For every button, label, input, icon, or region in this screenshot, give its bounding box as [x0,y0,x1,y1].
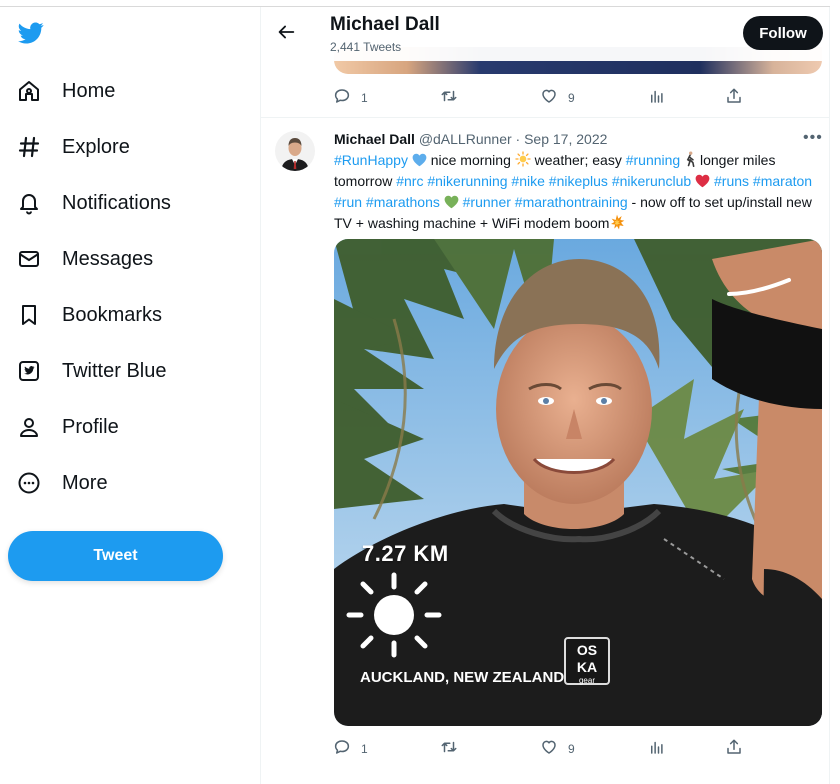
heart-icon [540,87,558,110]
sidebar-item-bookmarks[interactable]: Bookmarks [16,295,162,335]
follow-button[interactable]: Follow [743,16,823,50]
sidebar-item-more[interactable]: More [16,463,108,503]
shirt-logo-text: OS [576,642,598,658]
sidebar-item-notifications[interactable]: Notifications [16,183,171,223]
hashtag-link[interactable]: #nikerunclub [612,173,691,189]
hashtag-link[interactable]: #nrc [396,173,423,189]
back-arrow-icon[interactable] [275,21,297,43]
hashtag-link[interactable]: #RunHappy [334,152,408,168]
views-button[interactable] [648,738,666,760]
views-button[interactable] [648,87,666,109]
heart-icon [540,738,558,761]
like-count: 9 [568,742,575,756]
hashtag-link[interactable]: #runs [714,173,749,189]
tweet-photo[interactable]: 7.27 KM AUCKLAND, NEW ZEALAND OS KA gear [334,239,822,726]
retweet-icon [440,87,458,110]
tweet-author-handle[interactable]: @dALLRunner [419,131,512,147]
reply-button[interactable]: 1 [333,87,368,109]
like-count: 9 [568,91,575,105]
hashtag-icon [16,134,42,160]
reply-icon [333,738,351,761]
sun-emoji-icon [515,151,531,172]
blue-heart-emoji-icon [412,153,427,172]
red-heart-emoji-icon [695,174,710,193]
sidebar-item-profile[interactable]: Profile [16,407,119,447]
reply-icon [333,87,351,110]
run-distance-label: 7.27 KM [362,541,449,566]
reply-button[interactable]: 1 [333,738,368,760]
share-icon [725,87,743,110]
sidebar-item-label: Notifications [62,191,171,214]
shirt-logo-subtext: gear [578,676,595,685]
home-icon [16,78,42,104]
sidebar-item-explore[interactable]: Explore [16,127,130,167]
hashtag-link[interactable]: #nikerunning [427,173,507,189]
envelope-icon [16,246,42,272]
analytics-icon [648,87,666,110]
share-button[interactable] [725,87,743,109]
green-heart-emoji-icon [444,195,459,214]
analytics-icon [648,738,666,761]
tweet-separator: · [515,131,521,147]
like-button[interactable]: 9 [540,87,575,109]
sidebar-item-label: Bookmarks [62,303,163,326]
tweet-divider [261,117,829,118]
sidebar-item-label: More [62,471,108,494]
sidebar-item-label: Home [62,79,116,102]
share-button[interactable] [725,738,743,760]
tweet-count: 2,441 Tweets [330,40,402,54]
previous-tweet-actions: 1 9 [333,87,753,109]
sidebar-item-twitter-blue[interactable]: Twitter Blue [16,351,166,391]
sidebar-item-label: Messages [62,247,154,270]
twitter-blue-icon [16,358,42,384]
more-options-icon[interactable]: ••• [803,129,823,147]
retweet-button[interactable] [440,87,458,109]
twitter-logo-icon[interactable] [16,20,46,46]
profile-header: Michael Dall 2,441 Tweets Follow [261,7,829,61]
run-location-label: AUCKLAND, NEW ZEALAND [360,669,565,686]
hashtag-link[interactable]: #run [334,194,362,210]
sidebar-item-home[interactable]: Home [16,71,115,111]
tweet-actions: 1 9 [333,738,753,760]
hashtag-link[interactable]: #nike [511,173,544,189]
bell-icon [16,190,42,216]
share-icon [725,738,743,761]
tweet-button[interactable]: Tweet [8,531,223,581]
shirt-logo-text: KA [576,659,598,675]
reply-count: 1 [361,742,368,756]
hashtag-link[interactable]: #nikeplus [549,173,608,189]
runner-emoji-icon [684,151,696,172]
hashtag-link[interactable]: #runner [463,194,511,210]
hashtag-link[interactable]: #marathons [366,194,440,210]
tweet-text: #RunHappy nice morning weather; easy #ru… [334,151,824,235]
sidebar-item-label: Explore [62,135,130,158]
like-button[interactable]: 9 [540,738,575,760]
reply-count: 1 [361,91,368,105]
tweet-author-name[interactable]: Michael Dall [334,131,415,147]
sidebar-item-messages[interactable]: Messages [16,239,153,279]
page-title: Michael Dall [330,14,440,35]
bookmark-icon [16,302,42,328]
shirt-logo: OS KA gear [564,637,610,685]
sidebar: Home Explore Notifications Messages Book… [0,0,260,784]
sidebar-item-label: Twitter Blue [62,359,167,382]
hashtag-link[interactable]: #maraton [753,173,812,189]
avatar[interactable] [275,131,315,171]
profile-icon [16,414,42,440]
collision-emoji-icon [609,214,625,235]
retweet-icon [440,738,458,761]
retweet-button[interactable] [440,738,458,760]
main-timeline: Michael Dall 2,441 Tweets Follow 1 9 Mic… [260,7,830,784]
sidebar-item-label: Profile [62,415,119,438]
hashtag-link[interactable]: #marathontraining [515,194,628,210]
hashtag-link[interactable]: #running [626,152,681,168]
tweet-header: Michael Dall @dALLRunner · Sep 17, 2022 [334,131,607,147]
tweet-date[interactable]: Sep 17, 2022 [524,131,607,147]
more-circle-icon [16,470,42,496]
tweet-text-segment: weather; easy [530,152,626,168]
tweet-text-segment: nice morning [426,152,515,168]
